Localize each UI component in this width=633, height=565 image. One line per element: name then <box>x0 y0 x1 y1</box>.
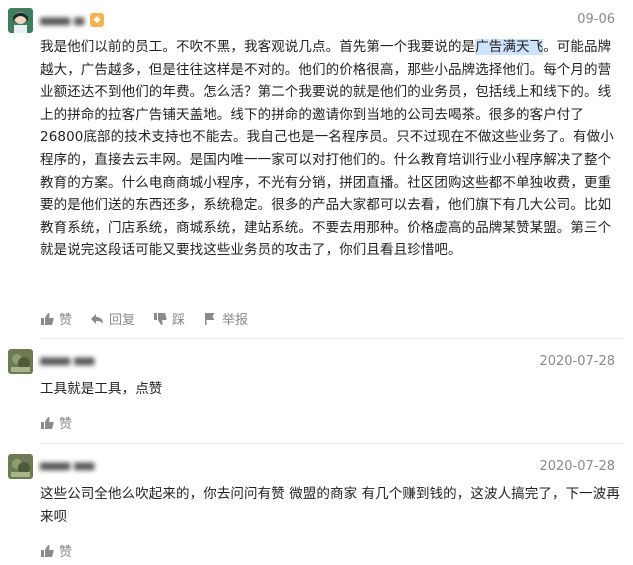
like-label: 赞 <box>59 417 73 432</box>
avatar[interactable] <box>8 8 33 33</box>
thumbs-up-icon <box>41 312 54 325</box>
comment-3: ▄▄▄ ▄▄ 2020-07-28 这些公司全他么吹起来的，你去问问有赞 微盟的… <box>0 445 633 565</box>
comment-2: ▄▄▄ ▄▄ 2020-07-28 工具就是工具，点赞 赞 <box>0 340 633 445</box>
thumbs-up-icon <box>41 416 54 429</box>
like-button[interactable]: 赞 <box>40 541 72 560</box>
reply-icon <box>91 313 104 324</box>
thumbs-up-icon <box>41 544 54 557</box>
username[interactable]: ▄▄▄ ▄▄ <box>40 351 94 366</box>
comment-date: 2020-07-28 <box>539 354 615 369</box>
level-badge-icon: ◆ <box>90 13 104 27</box>
report-label: 举报 <box>222 313 249 328</box>
dislike-label: 踩 <box>172 313 186 328</box>
avatar[interactable] <box>8 349 33 374</box>
like-label: 赞 <box>59 545 73 560</box>
dislike-button[interactable]: 踩 <box>153 309 185 328</box>
divider <box>40 338 623 339</box>
comment-1: ▄▄▄ ▄ ◆ 09-06 我是他们以前的员工。不吹不黑，我客观说几点。首先第一… <box>0 0 633 340</box>
flag-icon <box>205 312 215 325</box>
avatar[interactable] <box>8 454 33 479</box>
report-button[interactable]: 举报 <box>203 309 248 328</box>
comment-date: 09-06 <box>577 12 615 27</box>
comment-actions: 赞 <box>40 413 90 432</box>
username[interactable]: ▄▄▄ ▄ <box>40 11 84 26</box>
like-button[interactable]: 赞 <box>40 413 72 432</box>
reply-label: 回复 <box>109 313 136 328</box>
divider <box>40 443 623 444</box>
reply-button[interactable]: 回复 <box>90 309 135 328</box>
comment-text-part: 我是他们以前的员工。不吹不黑，我客观说几点。首先第一个我要说的是 <box>40 39 476 55</box>
like-button[interactable]: 赞 <box>40 309 72 328</box>
comment-text-part: 。可能品牌越大，广告越多，但是往往这样是不对的。他们的价格很高，那些小品牌选择他… <box>40 39 614 259</box>
comment-actions: 赞 回复 踩 举报 <box>40 309 266 328</box>
comment-date: 2020-07-28 <box>539 459 615 474</box>
thumbs-down-icon <box>154 312 167 325</box>
like-label: 赞 <box>59 313 73 328</box>
comment-actions: 赞 <box>40 541 90 560</box>
comment-text: 我是他们以前的员工。不吹不黑，我客观说几点。首先第一个我要说的是广告满天飞。可能… <box>40 36 620 262</box>
comment-text: 这些公司全他么吹起来的，你去问问有赞 微盟的商家 有几个赚到钱的，这波人搞完了，… <box>40 486 620 525</box>
comment-text: 工具就是工具，点赞 <box>40 381 163 397</box>
username[interactable]: ▄▄▄ ▄▄ <box>40 456 94 471</box>
highlighted-text: 广告满天飞 <box>475 39 544 55</box>
